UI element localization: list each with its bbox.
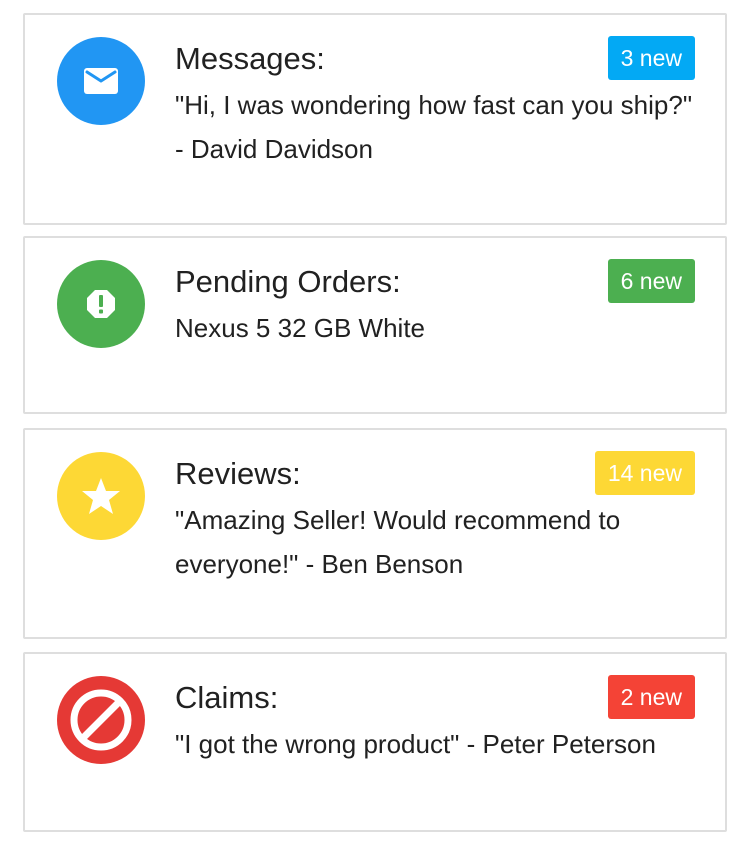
claims-card[interactable]: Claims: "I got the wrong product" - Pete… — [23, 652, 727, 832]
card-text: "Amazing Seller! Would recommend to ever… — [175, 505, 621, 579]
star-icon — [81, 477, 121, 515]
card-text: "Hi, I was wondering how fast can you sh… — [175, 90, 693, 164]
orders-avatar — [57, 260, 145, 348]
new-count-badge: 3 new — [607, 36, 695, 80]
new-count-badge: 6 new — [607, 259, 695, 303]
envelope-icon — [84, 68, 118, 94]
reviews-avatar — [57, 452, 145, 540]
new-count-badge: 2 new — [607, 675, 695, 719]
block-icon — [66, 685, 136, 755]
card-text: Nexus 5 32 GB White — [175, 313, 425, 343]
card-title: Claims: — [175, 680, 279, 715]
alert-octagon-icon — [86, 289, 116, 319]
card-text: "I got the wrong product" - Peter Peters… — [175, 729, 656, 759]
card-title: Messages: — [175, 41, 325, 76]
messages-avatar — [57, 37, 145, 125]
reviews-card[interactable]: Reviews: "Amazing Seller! Would recommen… — [23, 428, 727, 639]
card-title: Pending Orders: — [175, 264, 401, 299]
pending-orders-card[interactable]: Pending Orders: Nexus 5 32 GB White 6 ne… — [23, 236, 727, 414]
card-title: Reviews: — [175, 456, 301, 491]
new-count-badge: 14 new — [594, 451, 695, 495]
claims-avatar — [57, 676, 145, 764]
messages-card[interactable]: Messages: "Hi, I was wondering how fast … — [23, 13, 727, 225]
